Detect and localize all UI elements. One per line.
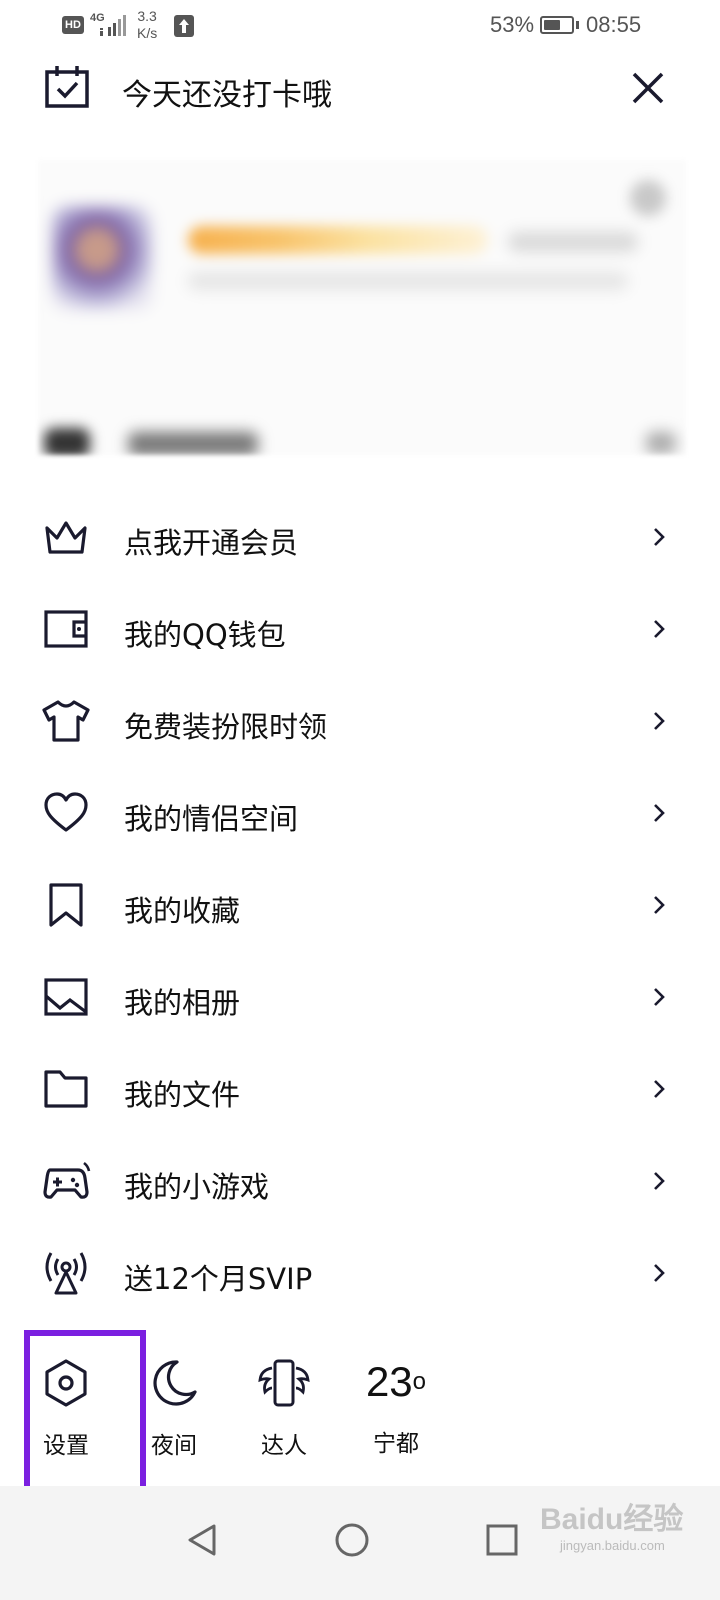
blurred-badge — [630, 180, 666, 216]
temperature-value: 23 — [365, 1358, 413, 1405]
menu-item-label: 送12个月SVIP — [124, 1262, 313, 1296]
blurred-signature — [188, 272, 628, 290]
temperature: 23o — [346, 1356, 446, 1408]
moon-icon — [153, 1360, 197, 1406]
bookmark-icon — [49, 883, 83, 927]
menu-item-couple[interactable]: 我的情侣空间 — [0, 770, 720, 862]
status-bar: HD 4G 3.3 K/s 53% 08:55 — [0, 0, 720, 52]
degree-symbol: o — [412, 1368, 427, 1395]
menu-item-files[interactable]: 我的文件 — [0, 1046, 720, 1138]
checkin-text: 今天还没打卡哦 — [122, 78, 332, 113]
back-icon[interactable] — [172, 1510, 232, 1570]
drawer-menu: 点我开通会员 我的QQ钱包 免费装扮限时领 我的情侣空间 我的收藏 我的相册 我… — [0, 494, 720, 1322]
expert-label: 达人 — [261, 1433, 307, 1459]
blurred-nickname — [188, 226, 488, 254]
battery-icon — [540, 16, 574, 34]
avatar — [52, 206, 152, 310]
clock: 08:55 — [586, 12, 642, 37]
menu-item-label: 免费装扮限时领 — [124, 710, 328, 744]
crown-icon — [45, 521, 87, 554]
folder-icon — [44, 1070, 88, 1108]
recents-icon[interactable] — [472, 1510, 532, 1570]
menu-item-label: 我的小游戏 — [124, 1170, 270, 1204]
close-icon[interactable] — [626, 66, 670, 110]
chevron-right-icon — [654, 1264, 665, 1282]
watermark-logo: Baidu经验 — [540, 1503, 684, 1536]
speed-value: 3.3 — [137, 8, 157, 24]
profile-card-blurred[interactable] — [38, 160, 686, 455]
menu-item-label: 我的QQ钱包 — [124, 618, 286, 652]
city-label: 宁都 — [373, 1431, 419, 1457]
menu-item-dressup[interactable]: 免费装扮限时领 — [0, 678, 720, 770]
menu-item-svip[interactable]: 送12个月SVIP — [0, 1230, 720, 1322]
menu-item-label: 点我开通会员 — [124, 526, 299, 560]
chevron-right-icon — [654, 1172, 665, 1190]
broadcast-icon — [45, 1252, 87, 1295]
chevron-right-icon — [654, 804, 665, 822]
chevron-right-icon — [654, 896, 665, 914]
menu-item-vip[interactable]: 点我开通会员 — [0, 494, 720, 586]
menu-item-album[interactable]: 我的相册 — [0, 954, 720, 1046]
upload-icon — [174, 15, 194, 37]
menu-item-label: 我的情侣空间 — [124, 802, 299, 836]
menu-item-games[interactable]: 我的小游戏 — [0, 1138, 720, 1230]
menu-item-favorites[interactable]: 我的收藏 — [0, 862, 720, 954]
image-icon — [44, 978, 88, 1016]
wallet-icon — [44, 610, 88, 648]
home-icon[interactable] — [322, 1510, 382, 1570]
watermark-url: jingyan.baidu.com — [560, 1538, 665, 1553]
expert-button[interactable]: 达人 — [234, 1356, 334, 1460]
signal-icon — [100, 15, 126, 36]
weather-widget[interactable]: 23o 宁都 — [346, 1356, 446, 1458]
menu-item-label: 我的文件 — [124, 1078, 241, 1112]
battery-percent: 53% — [490, 12, 535, 37]
chevron-right-icon — [654, 712, 665, 730]
gamepad-icon — [43, 1161, 91, 1199]
blurred-menu-row — [42, 428, 682, 455]
blurred-tags — [508, 232, 638, 252]
phone-wings-icon — [258, 1359, 310, 1407]
menu-item-wallet[interactable]: 我的QQ钱包 — [0, 586, 720, 678]
chevron-right-icon — [654, 1080, 665, 1098]
chevron-right-icon — [654, 620, 665, 638]
hd-badge: HD — [62, 16, 84, 34]
speed-unit: K/s — [137, 25, 158, 41]
tshirt-icon — [42, 700, 90, 742]
checkin-row[interactable]: 今天还没打卡哦 — [0, 60, 720, 116]
chevron-right-icon — [654, 528, 665, 546]
menu-item-label: 我的收藏 — [124, 894, 241, 928]
menu-item-label: 我的相册 — [124, 986, 241, 1020]
network-speed: 3.3 K/s — [137, 8, 157, 42]
heart-icon — [44, 792, 88, 832]
chevron-right-icon — [654, 988, 665, 1006]
highlight-box — [24, 1330, 146, 1512]
calendar-check-icon — [45, 66, 89, 108]
